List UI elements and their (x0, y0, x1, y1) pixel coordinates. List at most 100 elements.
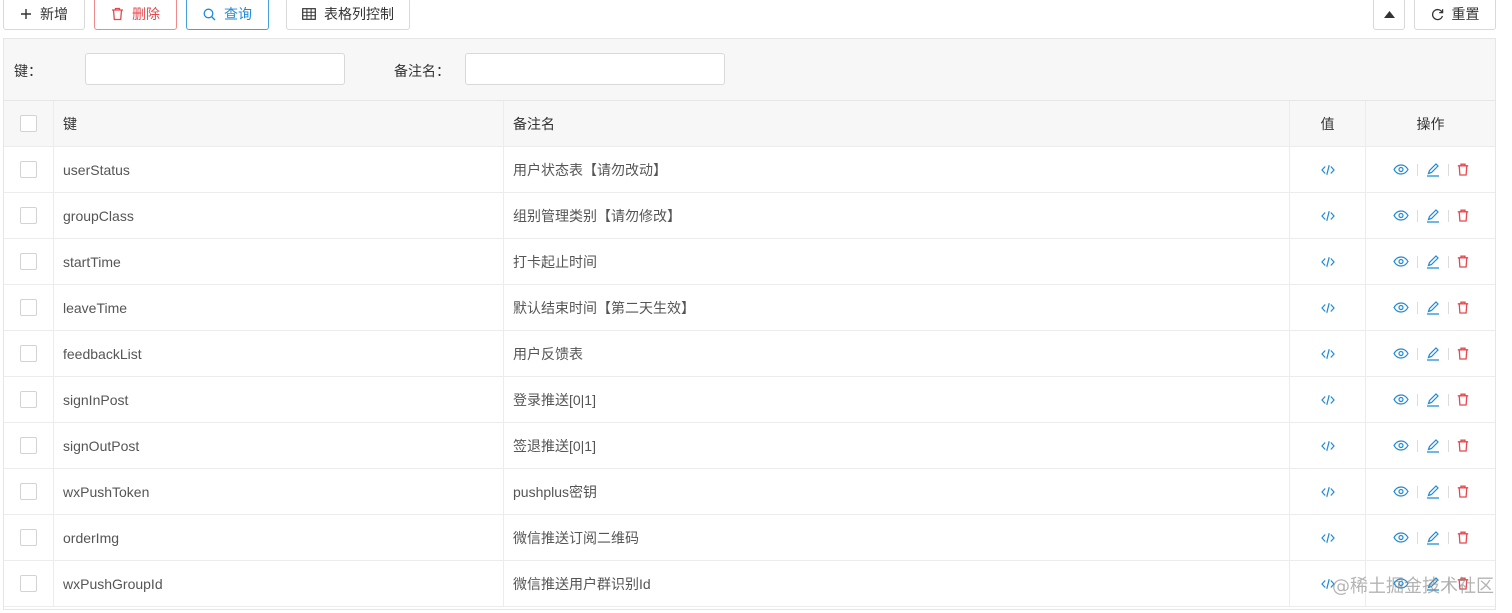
trash-icon[interactable] (1457, 209, 1469, 222)
code-icon[interactable] (1320, 164, 1335, 176)
trash-icon[interactable] (1457, 347, 1469, 360)
trash-icon (111, 7, 124, 21)
edit-icon[interactable] (1426, 438, 1440, 453)
note-filter-input[interactable] (465, 53, 725, 85)
query-button[interactable]: 查询 (186, 0, 269, 30)
row-ops (1392, 484, 1469, 499)
code-icon[interactable] (1320, 394, 1335, 406)
add-button[interactable]: 新增 (3, 0, 85, 30)
row-checkbox[interactable] (20, 253, 37, 270)
edit-icon[interactable] (1426, 484, 1440, 499)
row-select-cell (4, 377, 54, 422)
eye-icon[interactable] (1392, 164, 1409, 175)
table-row[interactable]: userStatus 用户状态表【请勿改动】 (4, 147, 1495, 193)
row-value-cell (1290, 193, 1366, 238)
reset-button[interactable]: 重置 (1414, 0, 1496, 30)
eye-icon[interactable] (1392, 256, 1409, 267)
trash-icon[interactable] (1457, 301, 1469, 314)
row-note: 微信推送订阅二维码 (504, 515, 1290, 560)
eye-icon[interactable] (1392, 210, 1409, 221)
code-icon[interactable] (1320, 256, 1335, 268)
eye-icon[interactable] (1392, 302, 1409, 313)
trash-icon[interactable] (1457, 531, 1469, 544)
trash-icon[interactable] (1457, 485, 1469, 498)
data-table: 键 备注名 值 操作 userStatus 用户状态表【请勿改动】 groupCla… (3, 100, 1496, 610)
row-ops-cell (1366, 423, 1495, 468)
row-ops-cell (1366, 285, 1495, 330)
delete-button[interactable]: 删除 (94, 0, 177, 30)
ops-divider (1416, 347, 1418, 360)
row-ops (1392, 530, 1469, 545)
row-ops (1392, 346, 1469, 361)
table-row[interactable]: startTime 打卡起止时间 (4, 239, 1495, 285)
code-icon[interactable] (1320, 210, 1335, 222)
row-value-cell (1290, 423, 1366, 468)
code-icon[interactable] (1320, 440, 1335, 452)
eye-icon[interactable] (1392, 532, 1409, 543)
table-row[interactable]: leaveTime 默认结束时间【第二天生效】 (4, 285, 1495, 331)
row-checkbox[interactable] (20, 299, 37, 316)
row-value-cell (1290, 377, 1366, 422)
edit-icon[interactable] (1426, 162, 1440, 177)
eye-icon[interactable] (1392, 394, 1409, 405)
ops-divider (1447, 209, 1449, 222)
column-control-button[interactable]: 表格列控制 (286, 0, 410, 30)
ops-divider (1416, 485, 1418, 498)
row-checkbox[interactable] (20, 483, 37, 500)
code-icon[interactable] (1320, 302, 1335, 314)
edit-icon[interactable] (1426, 530, 1440, 545)
eye-icon[interactable] (1392, 486, 1409, 497)
ops-divider (1447, 301, 1449, 314)
table-row[interactable]: signInPost 登录推送[0|1] (4, 377, 1495, 423)
trash-icon[interactable] (1457, 439, 1469, 452)
row-checkbox[interactable] (20, 391, 37, 408)
plus-icon (20, 8, 32, 20)
table-row[interactable]: orderImg 微信推送订阅二维码 (4, 515, 1495, 561)
header-key[interactable]: 键 (54, 101, 504, 146)
table-row[interactable]: wxPushGroupId 微信推送用户群识别Id (4, 561, 1495, 607)
row-checkbox[interactable] (20, 437, 37, 454)
row-key: signOutPost (54, 423, 504, 468)
caret-up-icon (1383, 10, 1395, 18)
row-value-cell (1290, 469, 1366, 514)
row-checkbox[interactable] (20, 161, 37, 178)
query-button-label: 查询 (224, 6, 252, 22)
edit-icon[interactable] (1426, 254, 1440, 269)
row-checkbox[interactable] (20, 529, 37, 546)
table-row[interactable]: signOutPost 签退推送[0|1] (4, 423, 1495, 469)
search-icon (203, 8, 216, 21)
table-row[interactable]: wxPushToken pushplus密钥 (4, 469, 1495, 515)
trash-icon[interactable] (1457, 163, 1469, 176)
table-row[interactable]: feedbackList 用户反馈表 (4, 331, 1495, 377)
code-icon[interactable] (1320, 486, 1335, 498)
row-ops (1392, 300, 1469, 315)
row-ops-cell (1366, 239, 1495, 284)
delete-button-label: 删除 (132, 6, 160, 22)
row-checkbox[interactable] (20, 345, 37, 362)
edit-icon[interactable] (1426, 208, 1440, 223)
row-checkbox[interactable] (20, 575, 37, 592)
collapse-filter-button[interactable] (1373, 0, 1405, 30)
key-filter-input[interactable] (85, 53, 345, 85)
row-ops-cell (1366, 515, 1495, 560)
edit-icon[interactable] (1426, 300, 1440, 315)
edit-icon[interactable] (1426, 392, 1440, 407)
trash-icon[interactable] (1457, 393, 1469, 406)
table-row[interactable]: groupClass 组别管理类别【请勿修改】 (4, 193, 1495, 239)
header-ops: 操作 (1416, 115, 1445, 132)
ops-divider (1447, 255, 1449, 268)
code-icon[interactable] (1320, 348, 1335, 360)
filter-panel: 键： 备注名： (3, 38, 1496, 100)
ops-divider (1416, 531, 1418, 544)
code-icon[interactable] (1320, 532, 1335, 544)
eye-icon[interactable] (1392, 440, 1409, 451)
eye-icon[interactable] (1392, 348, 1409, 359)
ops-divider (1416, 163, 1418, 176)
header-note[interactable]: 备注名 (504, 101, 1290, 146)
trash-icon[interactable] (1457, 255, 1469, 268)
select-all-checkbox[interactable] (20, 115, 37, 132)
ops-divider (1447, 531, 1449, 544)
edit-icon[interactable] (1426, 346, 1440, 361)
row-note: 微信推送用户群识别Id (504, 561, 1290, 606)
row-checkbox[interactable] (20, 207, 37, 224)
